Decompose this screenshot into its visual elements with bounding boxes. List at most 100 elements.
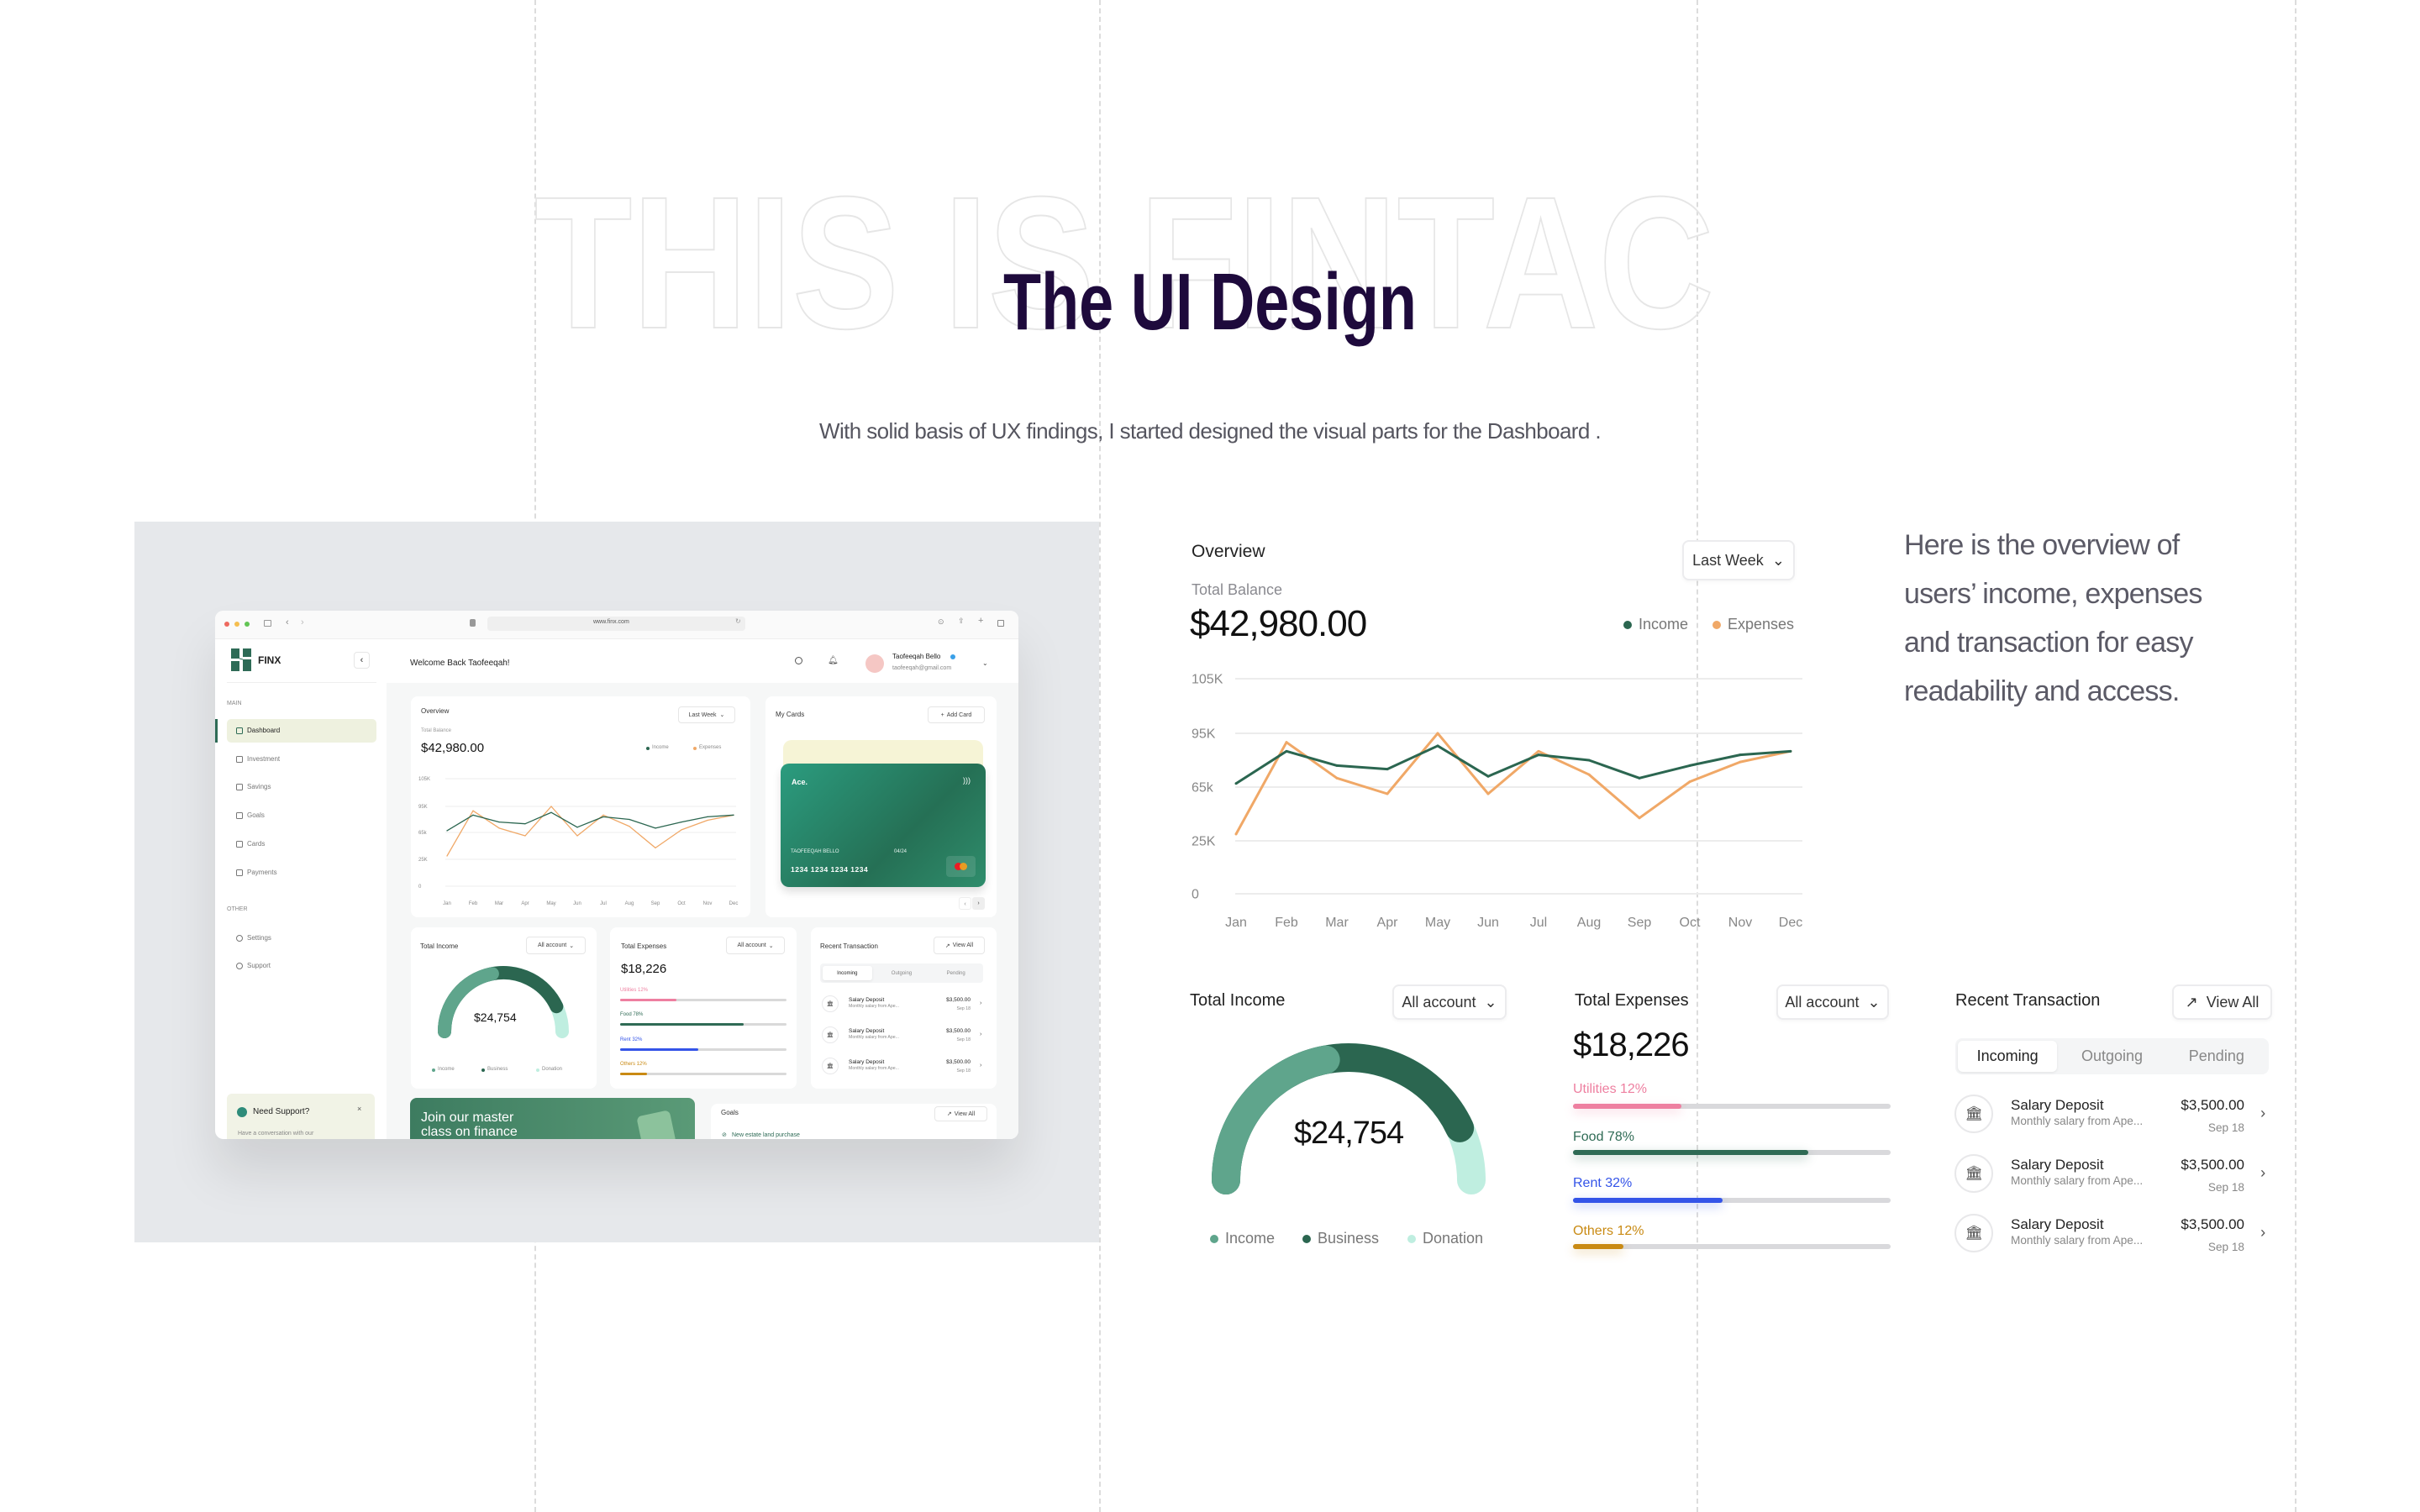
reload-icon[interactable]: ↻ bbox=[735, 617, 741, 625]
tab-outgoing[interactable]: Outgoing bbox=[877, 966, 927, 980]
legend-dot bbox=[432, 1068, 435, 1072]
sidebar-section-main: MAIN bbox=[227, 701, 242, 706]
tab-outgoing[interactable]: Outgoing bbox=[2062, 1041, 2161, 1072]
x-tick-label: Jul bbox=[1530, 916, 1547, 930]
active-indicator bbox=[215, 719, 218, 743]
expense-label: Others 12% bbox=[620, 1062, 647, 1067]
close-icon[interactable]: × bbox=[357, 1105, 361, 1113]
balance-value: $42,980.00 bbox=[421, 741, 485, 755]
transaction-name[interactable]: Salary Deposit bbox=[2011, 1216, 2104, 1233]
sidebar-item-payments[interactable]: Payments bbox=[247, 869, 277, 876]
view-all-goals-button[interactable]: ↗ View All bbox=[934, 1106, 987, 1121]
card-next-button[interactable]: › bbox=[972, 897, 985, 910]
sidebar-item-investment[interactable]: Investment bbox=[247, 755, 280, 763]
x-tick-label: Aug bbox=[1577, 916, 1601, 930]
period-dropdown[interactable]: Last Week ⌄ bbox=[678, 706, 735, 723]
data-point-income bbox=[1688, 764, 1691, 767]
tab-incoming[interactable]: Incoming bbox=[1958, 1041, 2058, 1072]
sidebar-item-goals[interactable]: Goals bbox=[247, 811, 265, 819]
share-icon[interactable]: ⇪ bbox=[958, 617, 965, 626]
sidebar-item-support[interactable]: Support bbox=[247, 962, 271, 969]
card-brand: Ace. bbox=[792, 778, 808, 786]
finx-logo bbox=[231, 648, 251, 671]
page-title: The UI Design bbox=[1003, 257, 1417, 347]
maximize-window-button[interactable] bbox=[245, 622, 250, 627]
tab-incoming[interactable]: Incoming bbox=[823, 966, 872, 980]
income-filter-dropdown[interactable]: All account ⌄ bbox=[526, 937, 586, 954]
series-line-expenses bbox=[1234, 732, 1791, 835]
expense-bar-fill bbox=[620, 1023, 744, 1026]
overview-chart: 105K 95K 65k 25K 0 Jan Feb Mar Apr May Jun Jul Aug Se… bbox=[1192, 673, 1802, 930]
view-all-transactions-button[interactable]: ↗ View All bbox=[934, 937, 985, 954]
expenses-filter-dropdown[interactable]: All account ⌄ bbox=[726, 937, 785, 954]
overview-title: Overview bbox=[1192, 542, 1265, 561]
sidebar-item-dashboard[interactable]: Dashboard bbox=[247, 727, 280, 734]
transactions-title: Recent Transaction bbox=[820, 942, 878, 950]
user-email: taofeeqah@gmail.com bbox=[892, 665, 952, 671]
tab-pending[interactable]: Pending bbox=[2167, 1041, 2266, 1072]
transaction-amount: $3,500.00 bbox=[2181, 1096, 2244, 1113]
back-icon[interactable]: ‹ bbox=[286, 617, 289, 627]
transaction-name[interactable]: Salary Deposit bbox=[849, 997, 884, 1003]
expense-label: Utilities 12% bbox=[620, 988, 649, 993]
goal-item[interactable]: New estate land purchase bbox=[732, 1132, 800, 1138]
tab-pending[interactable]: Pending bbox=[931, 966, 981, 980]
contactless-icon: ))) bbox=[963, 776, 971, 785]
bank-icon: 🏛︎ bbox=[1954, 1154, 1993, 1193]
expense-bar-fill bbox=[620, 999, 677, 1001]
chevron-right-icon[interactable]: › bbox=[980, 1000, 981, 1006]
sidebar-item-savings[interactable]: Savings bbox=[247, 783, 271, 790]
chevron-right-icon[interactable]: › bbox=[2260, 1104, 2265, 1122]
legend-label: Income bbox=[1225, 1230, 1276, 1247]
chevron-right-icon[interactable]: › bbox=[2260, 1223, 2265, 1242]
transaction-name[interactable]: Salary Deposit bbox=[849, 1059, 884, 1065]
expense-label: Rent 32% bbox=[620, 1037, 643, 1042]
expense-label: Utilities 12% bbox=[1573, 1082, 1648, 1096]
bell-icon[interactable]: 🔔︎ bbox=[828, 656, 839, 665]
data-point-income bbox=[1335, 764, 1339, 767]
search-icon[interactable] bbox=[795, 657, 802, 664]
sidebar-toggle-icon[interactable] bbox=[264, 620, 271, 627]
period-dropdown[interactable]: Last Week ⌄ bbox=[1682, 540, 1795, 580]
goal-check-icon: ⊘ bbox=[722, 1132, 727, 1138]
y-tick-label: 95K bbox=[418, 805, 428, 810]
view-all-transactions-button[interactable]: ↗ View All bbox=[2172, 984, 2272, 1020]
tabs-icon[interactable] bbox=[997, 620, 1004, 627]
close-window-button[interactable] bbox=[224, 622, 229, 627]
collapse-sidebar-button[interactable]: ‹ bbox=[354, 652, 370, 669]
sidebar-item-settings[interactable]: Settings bbox=[247, 934, 271, 942]
chevron-right-icon[interactable]: › bbox=[980, 1031, 981, 1037]
x-tick-label: Sep bbox=[1628, 916, 1652, 930]
data-point-income bbox=[446, 830, 448, 832]
sidebar-item-cards[interactable]: Cards bbox=[247, 840, 265, 848]
arrow-up-right-icon: ↗ bbox=[946, 1111, 952, 1117]
card-prev-button[interactable]: ‹ bbox=[959, 897, 971, 910]
bank-icon: 🏛︎ bbox=[1954, 1214, 1993, 1252]
forward-icon[interactable]: › bbox=[301, 617, 304, 627]
chevron-right-icon[interactable]: › bbox=[980, 1062, 981, 1068]
income-legend-business: Business bbox=[1302, 1230, 1379, 1247]
income-value: $24,754 bbox=[1293, 1116, 1404, 1151]
svg-text:The UI Design: The UI Design bbox=[1003, 257, 1417, 347]
download-icon[interactable]: ⊙ bbox=[938, 617, 944, 627]
expense-label: Rent 32% bbox=[1573, 1176, 1633, 1190]
minimize-window-button[interactable] bbox=[234, 622, 239, 627]
chevron-right-icon[interactable]: › bbox=[2260, 1163, 2265, 1182]
transaction-name[interactable]: Salary Deposit bbox=[849, 1028, 884, 1034]
data-point-expenses bbox=[1234, 832, 1238, 836]
data-point-expenses bbox=[576, 835, 578, 837]
legend-dot bbox=[481, 1068, 485, 1072]
new-tab-icon[interactable]: + bbox=[978, 616, 983, 626]
avatar[interactable] bbox=[865, 654, 884, 673]
legend-label: Expenses bbox=[1728, 616, 1795, 633]
legend-label: Income bbox=[1639, 616, 1689, 633]
expenses-filter-dropdown[interactable]: All account ⌄ bbox=[1776, 984, 1889, 1020]
expenses-filter-value: All account bbox=[1785, 993, 1860, 1011]
income-filter-dropdown[interactable]: All account ⌄ bbox=[1392, 984, 1507, 1020]
transaction-name[interactable]: Salary Deposit bbox=[2011, 1157, 2104, 1173]
chevron-down-icon[interactable]: ⌄ bbox=[982, 659, 988, 667]
transaction-name[interactable]: Salary Deposit bbox=[2011, 1097, 2104, 1114]
add-card-button[interactable]: + Add Card bbox=[928, 706, 985, 723]
goals-icon bbox=[236, 812, 243, 819]
x-tick-label: Jan bbox=[1225, 916, 1247, 930]
